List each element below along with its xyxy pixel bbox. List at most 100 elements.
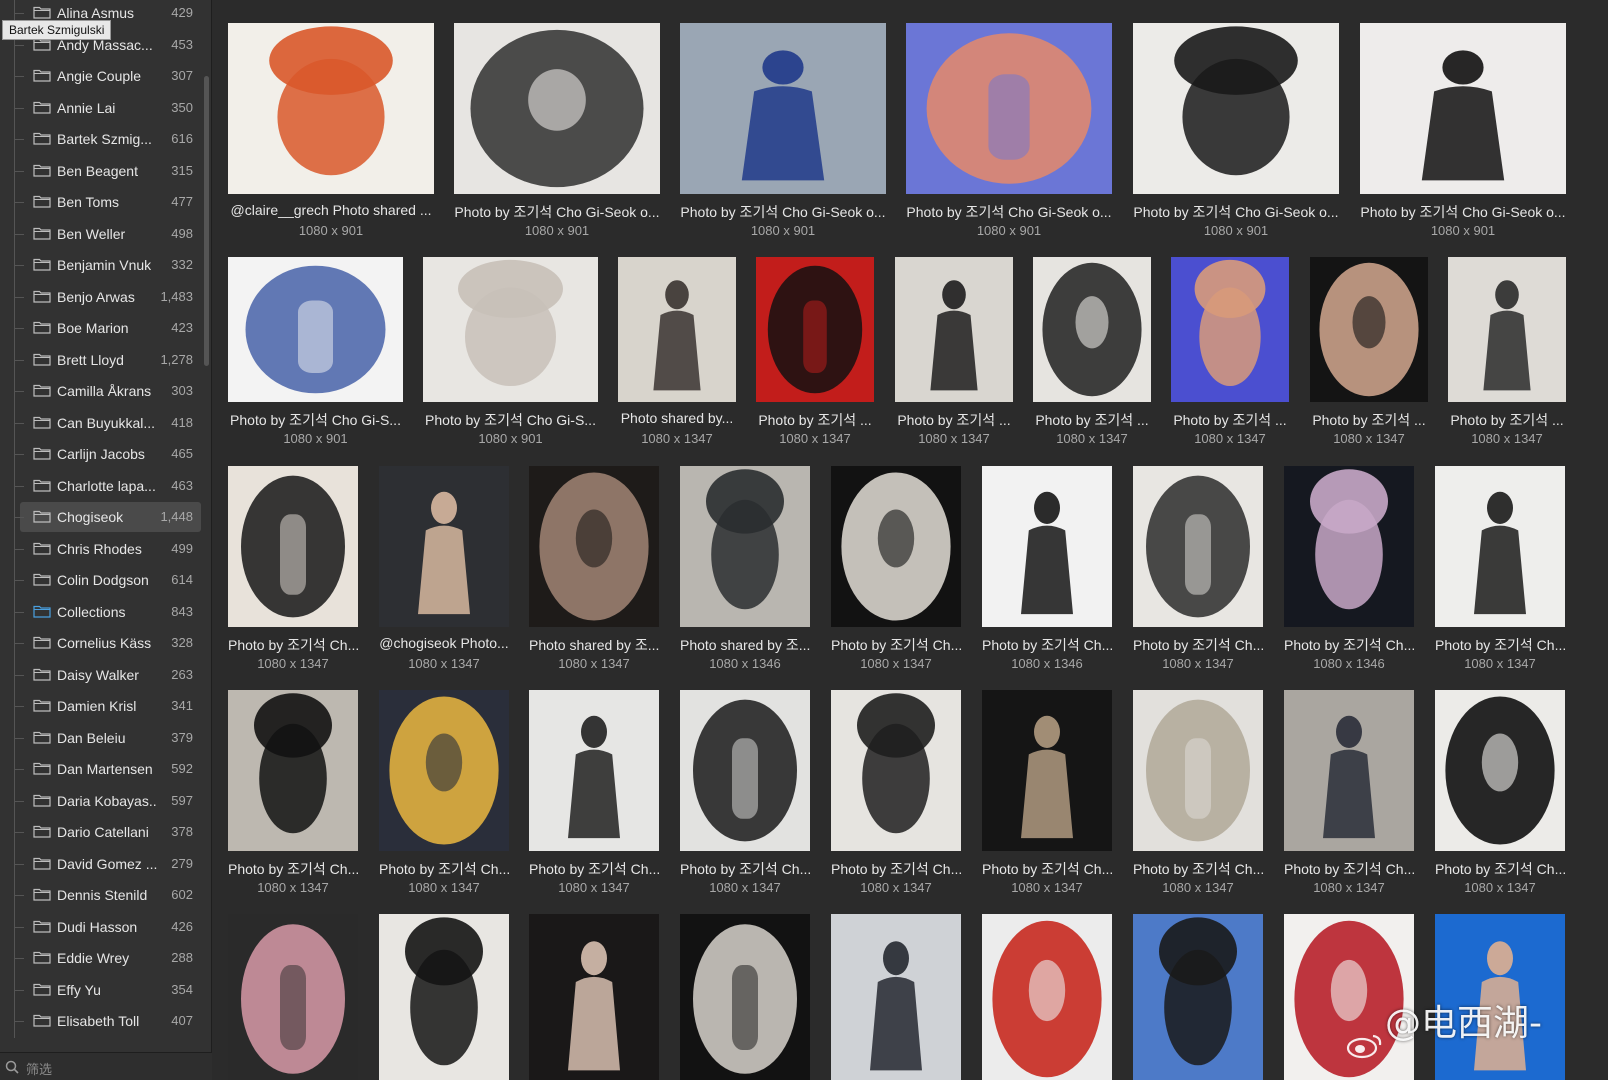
folder-item[interactable]: Chris Rhodes 499 [14,533,201,566]
image-thumbnail[interactable] [831,914,961,1080]
folder-item[interactable]: Dario Catellani 378 [14,817,201,849]
folder-item[interactable]: Carlijn Jacobs 465 [14,439,201,471]
folder-item[interactable]: Benjamin Vnuk 332 [14,250,201,282]
filter-input[interactable]: 筛选 [26,1059,52,1078]
thumbnail-image[interactable] [1133,466,1263,627]
image-thumbnail[interactable]: Photo by 조기석 ... 1080 x 1347 [1171,257,1289,452]
image-thumbnail[interactable]: Photo by 조기석 Ch... 1080 x 1347 [529,690,659,901]
image-thumbnail[interactable]: Photo by 조기석 ... 1080 x 1347 [1033,257,1151,452]
folder-item[interactable]: Dan Martensen 592 [14,754,201,786]
image-thumbnail[interactable]: Photo by 조기석 Ch... 1080 x 1347 [1435,466,1565,677]
thumbnail-image[interactable] [618,257,736,402]
thumbnail-image[interactable] [379,690,509,851]
image-thumbnail[interactable]: Photo by 조기석 Ch... 1080 x 1347 [1133,690,1263,901]
folder-item[interactable]: Bartek Szmig... 616 [14,124,201,156]
thumbnail-image[interactable] [1133,23,1339,194]
folder-item[interactable]: Ben Beagent 315 [14,155,201,188]
image-thumbnail[interactable]: Photo by 조기석 Ch... 1080 x 1347 [228,466,358,677]
image-thumbnail[interactable]: Photo by 조기석 Cho Gi-Seok o... 1080 x 901 [1360,23,1566,244]
image-thumbnail[interactable]: Photo by 조기석 Ch... 1080 x 1347 [1435,690,1565,901]
image-thumbnail[interactable]: Photo by 조기석 Ch... 1080 x 1347 [831,690,961,901]
folder-item[interactable]: Collections 843 [14,596,201,629]
folder-item[interactable]: Eddie Wrey 288 [14,943,201,975]
image-thumbnail[interactable]: Photo by 조기석 Ch... 1080 x 1347 [680,690,810,901]
folder-item[interactable]: Brett Lloyd 1,278 [14,344,201,377]
thumbnail-image[interactable] [228,914,358,1080]
thumbnail-image[interactable] [831,690,961,851]
folder-item[interactable]: Benjo Arwas 1,483 [14,281,201,314]
image-thumbnail[interactable]: Photo by 조기석 Ch... 1080 x 1347 [982,690,1112,901]
thumbnail-image[interactable] [529,466,659,627]
image-thumbnail[interactable]: Photo by 조기석 Ch... 1080 x 1347 [1133,466,1263,677]
image-thumbnail[interactable]: Photo by 조기석 Ch... 1080 x 1346 [982,466,1112,677]
folder-item[interactable]: Angie Couple 307 [14,61,201,93]
folder-item[interactable]: David Gomez ... 279 [14,848,201,881]
folder-item[interactable]: Cornelius Käss 328 [14,628,201,660]
folder-item[interactable]: Charlotte lapa... 463 [14,470,201,503]
thumbnail-image[interactable] [982,466,1112,627]
thumbnail-image[interactable] [1133,914,1263,1080]
image-thumbnail[interactable] [379,914,509,1080]
image-thumbnail[interactable]: Photo shared by 조... 1080 x 1347 [529,466,659,677]
thumbnail-image[interactable] [1033,257,1151,402]
image-thumbnail[interactable] [1133,914,1263,1080]
thumbnail-image[interactable] [1435,466,1565,627]
thumbnail-image[interactable] [895,257,1013,402]
thumbnail-image[interactable] [228,690,358,851]
thumbnail-image[interactable] [529,914,659,1080]
thumbnail-image[interactable] [756,257,874,402]
thumbnail-image[interactable] [379,914,509,1080]
thumbnail-image[interactable] [1435,690,1565,851]
folder-item[interactable]: Camilla Åkrans 303 [14,376,201,408]
image-thumbnail[interactable]: Photo by 조기석 ... 1080 x 1347 [895,257,1013,452]
thumbnail-image[interactable] [982,914,1112,1080]
folder-item[interactable]: Boe Marion 423 [14,313,201,345]
image-thumbnail[interactable]: Photo by 조기석 Cho Gi-S... 1080 x 901 [423,257,598,452]
folder-item[interactable]: Daisy Walker 263 [14,659,201,692]
image-thumbnail[interactable] [529,914,659,1080]
image-thumbnail[interactable]: @claire__grech Photo shared ... 1080 x 90… [228,23,434,244]
image-thumbnail[interactable]: Photo by 조기석 Cho Gi-Seok o... 1080 x 901 [1133,23,1339,244]
thumbnail-image[interactable] [680,466,810,627]
folder-item[interactable]: Effy Yu 354 [14,974,201,1007]
image-thumbnail[interactable]: Photo by 조기석 Ch... 1080 x 1347 [379,690,509,901]
thumbnail-image[interactable] [831,914,961,1080]
thumbnail-image[interactable] [1171,257,1289,402]
image-thumbnail[interactable]: Photo by 조기석 Ch... 1080 x 1347 [228,690,358,901]
thumbnail-image[interactable] [228,23,434,194]
image-thumbnail[interactable]: Photo by 조기석 Ch... 1080 x 1347 [831,466,961,677]
folder-item[interactable]: Dudi Hasson 426 [14,911,201,944]
folder-item[interactable]: Daria Kobayas... 597 [14,785,201,818]
thumbnail-image[interactable] [680,914,810,1080]
folder-item[interactable]: Dennis Stenild 602 [14,880,201,912]
thumbnail-image[interactable] [379,466,509,627]
folder-item[interactable]: Annie Lai 350 [14,92,201,125]
image-thumbnail[interactable]: Photo by 조기석 ... 1080 x 1347 [1310,257,1428,452]
filter-bar[interactable]: 筛选 [0,1052,212,1080]
folder-item[interactable]: Can Buyukkal... 418 [14,407,201,440]
image-thumbnail[interactable]: Photo by 조기석 Ch... 1080 x 1347 [1284,690,1414,901]
thumbnail-image[interactable] [454,23,660,194]
thumbnail-image[interactable] [680,23,886,194]
image-thumbnail[interactable]: Photo by 조기석 Cho Gi-Seok o... 1080 x 901 [680,23,886,244]
image-thumbnail[interactable] [228,914,358,1080]
thumbnail-image[interactable] [228,466,358,627]
folder-item[interactable]: Colin Dodgson 614 [14,565,201,597]
thumbnail-image[interactable] [1284,466,1414,627]
image-thumbnail[interactable]: Photo by 조기석 ... 1080 x 1347 [1448,257,1566,452]
image-thumbnail[interactable] [982,914,1112,1080]
image-thumbnail[interactable]: Photo by 조기석 Cho Gi-Seok o... 1080 x 901 [906,23,1112,244]
folder-item[interactable]: Damien Krisl 341 [14,691,201,723]
image-thumbnail[interactable]: Photo shared by 조... 1080 x 1346 [680,466,810,677]
thumbnail-image[interactable] [529,690,659,851]
image-thumbnail[interactable] [680,914,810,1080]
thumbnail-image[interactable] [906,23,1112,194]
thumbnail-image[interactable] [1284,690,1414,851]
thumbnail-image[interactable] [982,690,1112,851]
image-thumbnail[interactable]: Photo by 조기석 Ch... 1080 x 1346 [1284,466,1414,677]
folder-item[interactable]: Elisabeth Toll 407 [14,1006,201,1038]
thumbnail-image[interactable] [831,466,961,627]
folder-item[interactable]: Ben Toms 477 [14,187,201,219]
image-thumbnail[interactable]: Photo by 조기석 Cho Gi-Seok o... 1080 x 901 [454,23,660,244]
folder-item[interactable]: Ben Weller 498 [14,218,201,251]
